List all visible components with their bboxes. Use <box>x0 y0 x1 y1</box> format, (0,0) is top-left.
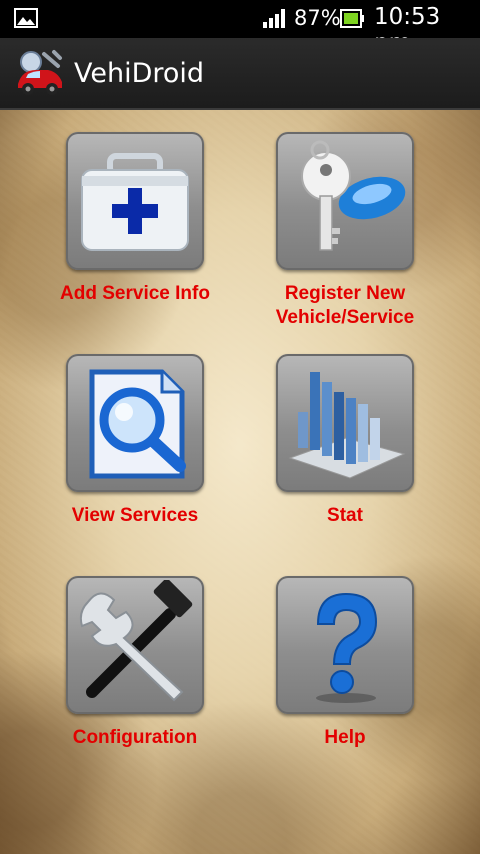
help-button[interactable]: Help <box>240 576 450 756</box>
action-bar: VehiDroid <box>0 38 480 110</box>
add-service-icon-tile[interactable] <box>66 132 204 270</box>
car-tools-app-icon[interactable] <box>14 48 66 98</box>
question-mark-icon <box>316 592 378 703</box>
magnifier-document-icon <box>89 369 186 479</box>
register-vehicle-button[interactable]: Register New Vehicle/Service <box>240 132 450 332</box>
toolbox-plus-icon <box>81 153 189 251</box>
stat-icon-tile[interactable] <box>276 354 414 492</box>
register-vehicle-icon-tile[interactable] <box>276 132 414 270</box>
vehicle-service-label: Vehicle/Service <box>275 307 415 328</box>
view-services-button[interactable]: View Services <box>30 354 240 534</box>
add-service-info-button[interactable]: Add Service Info <box>30 132 240 312</box>
register-new-label: Register New <box>284 283 406 304</box>
configuration-button[interactable]: Configuration <box>30 576 240 756</box>
configuration-label: Configuration <box>72 727 198 748</box>
bar-chart-icon <box>288 372 406 479</box>
stat-button[interactable]: Stat <box>240 354 450 534</box>
view-services-label: View Services <box>71 505 199 526</box>
signal-icon <box>263 9 285 28</box>
key-icon <box>301 140 406 251</box>
gallery-icon <box>14 8 38 28</box>
wrench-hammer-icon <box>79 580 193 702</box>
app-title: VehiDroid <box>74 58 205 89</box>
stat-label: Stat <box>327 505 363 526</box>
battery-icon <box>340 9 364 28</box>
view-services-icon-tile[interactable] <box>66 354 204 492</box>
status-bar: 87% 10:53 pm <box>0 0 480 56</box>
battery-percent: 87% <box>294 6 341 30</box>
main-menu: Add Service Info Register New Vehicle/Se… <box>0 110 480 854</box>
help-icon-tile[interactable] <box>276 576 414 714</box>
help-label: Help <box>324 727 366 748</box>
configuration-icon-tile[interactable] <box>66 576 204 714</box>
add-service-info-label: Add Service Info <box>60 283 210 304</box>
